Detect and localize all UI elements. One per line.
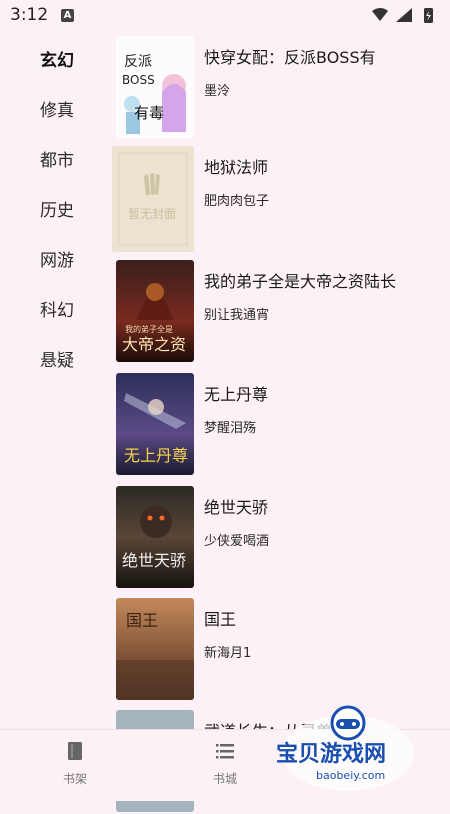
- nav-bookshelf-label: 书架: [62, 772, 87, 786]
- status-time: 3:12: [10, 5, 49, 25]
- book-author: 墨泠: [204, 84, 231, 99]
- watermark-logo: 宝贝游戏网 baobeiy.com: [270, 705, 420, 795]
- book-author: 新海月1: [204, 646, 252, 661]
- book-title: 绝世天骄: [204, 498, 269, 517]
- book-cover: 我的弟子全是 大帝之资: [116, 260, 194, 362]
- svg-text:绝世天骄: 绝世天骄: [122, 551, 186, 570]
- book-title: 我的弟子全是大帝之资陆长: [204, 272, 397, 291]
- svg-text:暂无封面: 暂无封面: [128, 207, 176, 221]
- watermark-text: 宝贝游戏网: [276, 741, 386, 767]
- book-cover: 反派 BOSS 有毒: [116, 36, 194, 138]
- category-item-wangyou[interactable]: 网游: [40, 246, 74, 271]
- book-title: 快穿女配：反派BOSS有: [204, 48, 376, 67]
- book-cover: 绝世天骄: [116, 486, 194, 588]
- wifi-icon: [372, 8, 388, 21]
- svg-text:BOSS: BOSS: [122, 73, 155, 87]
- watermark-url: baobeiy.com: [316, 769, 385, 782]
- book-author: 别让我通宵: [204, 308, 270, 323]
- category-item-kehuan[interactable]: 科幻: [40, 296, 74, 321]
- book-item[interactable]: 暂无封面 地狱法师 肥肉肉包子: [112, 146, 446, 252]
- category-item-dushi[interactable]: 都市: [40, 146, 74, 171]
- book-cover: 国王: [116, 598, 194, 700]
- category-item-xuanyi[interactable]: 悬疑: [40, 346, 74, 371]
- book-item[interactable]: 反派 BOSS 有毒 快穿女配：反派BOSS有 墨泠: [116, 36, 446, 140]
- nav-bookstore-label: 书城: [212, 772, 237, 786]
- book-cover: 无上丹尊: [116, 373, 194, 475]
- book-author: 肥肉肉包子: [204, 194, 270, 209]
- cover-title-text: 反派: [124, 54, 152, 70]
- book-cover-placeholder: 暂无封面: [112, 146, 194, 252]
- nav-bookshelf[interactable]: 书架: [45, 740, 105, 787]
- book-placeholder-icon: [144, 173, 160, 196]
- status-bar: 3:12 A: [0, 0, 450, 32]
- accessibility-icon: A: [61, 9, 74, 22]
- list-icon: [216, 744, 234, 759]
- book-author: 少侠爱喝酒: [204, 534, 270, 549]
- svg-text:有毒: 有毒: [134, 104, 164, 122]
- book-item[interactable]: 国王 国王 新海月1: [116, 598, 446, 702]
- book-author: 梦醒泪殇: [204, 421, 257, 436]
- status-icons: [372, 8, 433, 23]
- book-item[interactable]: 无上丹尊 无上丹尊 梦醒泪殇: [116, 373, 446, 477]
- book-title: 国王: [204, 610, 237, 629]
- book-icon: [68, 742, 82, 760]
- svg-text:我的弟子全是: 我的弟子全是: [125, 324, 173, 334]
- book-title: 无上丹尊: [204, 385, 269, 404]
- category-item-lishi[interactable]: 历史: [40, 196, 74, 221]
- category-item-xuanhuan[interactable]: 玄幻: [40, 46, 74, 71]
- svg-text:无上丹尊: 无上丹尊: [124, 446, 188, 465]
- nav-bookstore[interactable]: 书城: [195, 740, 255, 787]
- book-title: 地狱法师: [204, 158, 269, 177]
- svg-text:大帝之资: 大帝之资: [122, 335, 186, 354]
- category-item-xiuzhen[interactable]: 修真: [40, 96, 74, 121]
- book-item[interactable]: 我的弟子全是 大帝之资 我的弟子全是大帝之资陆长 别让我通宵: [116, 260, 446, 364]
- book-item[interactable]: 绝世天骄 绝世天骄 少侠爱喝酒: [116, 486, 446, 590]
- signal-icon: [396, 8, 412, 22]
- svg-text:国王: 国王: [126, 611, 158, 630]
